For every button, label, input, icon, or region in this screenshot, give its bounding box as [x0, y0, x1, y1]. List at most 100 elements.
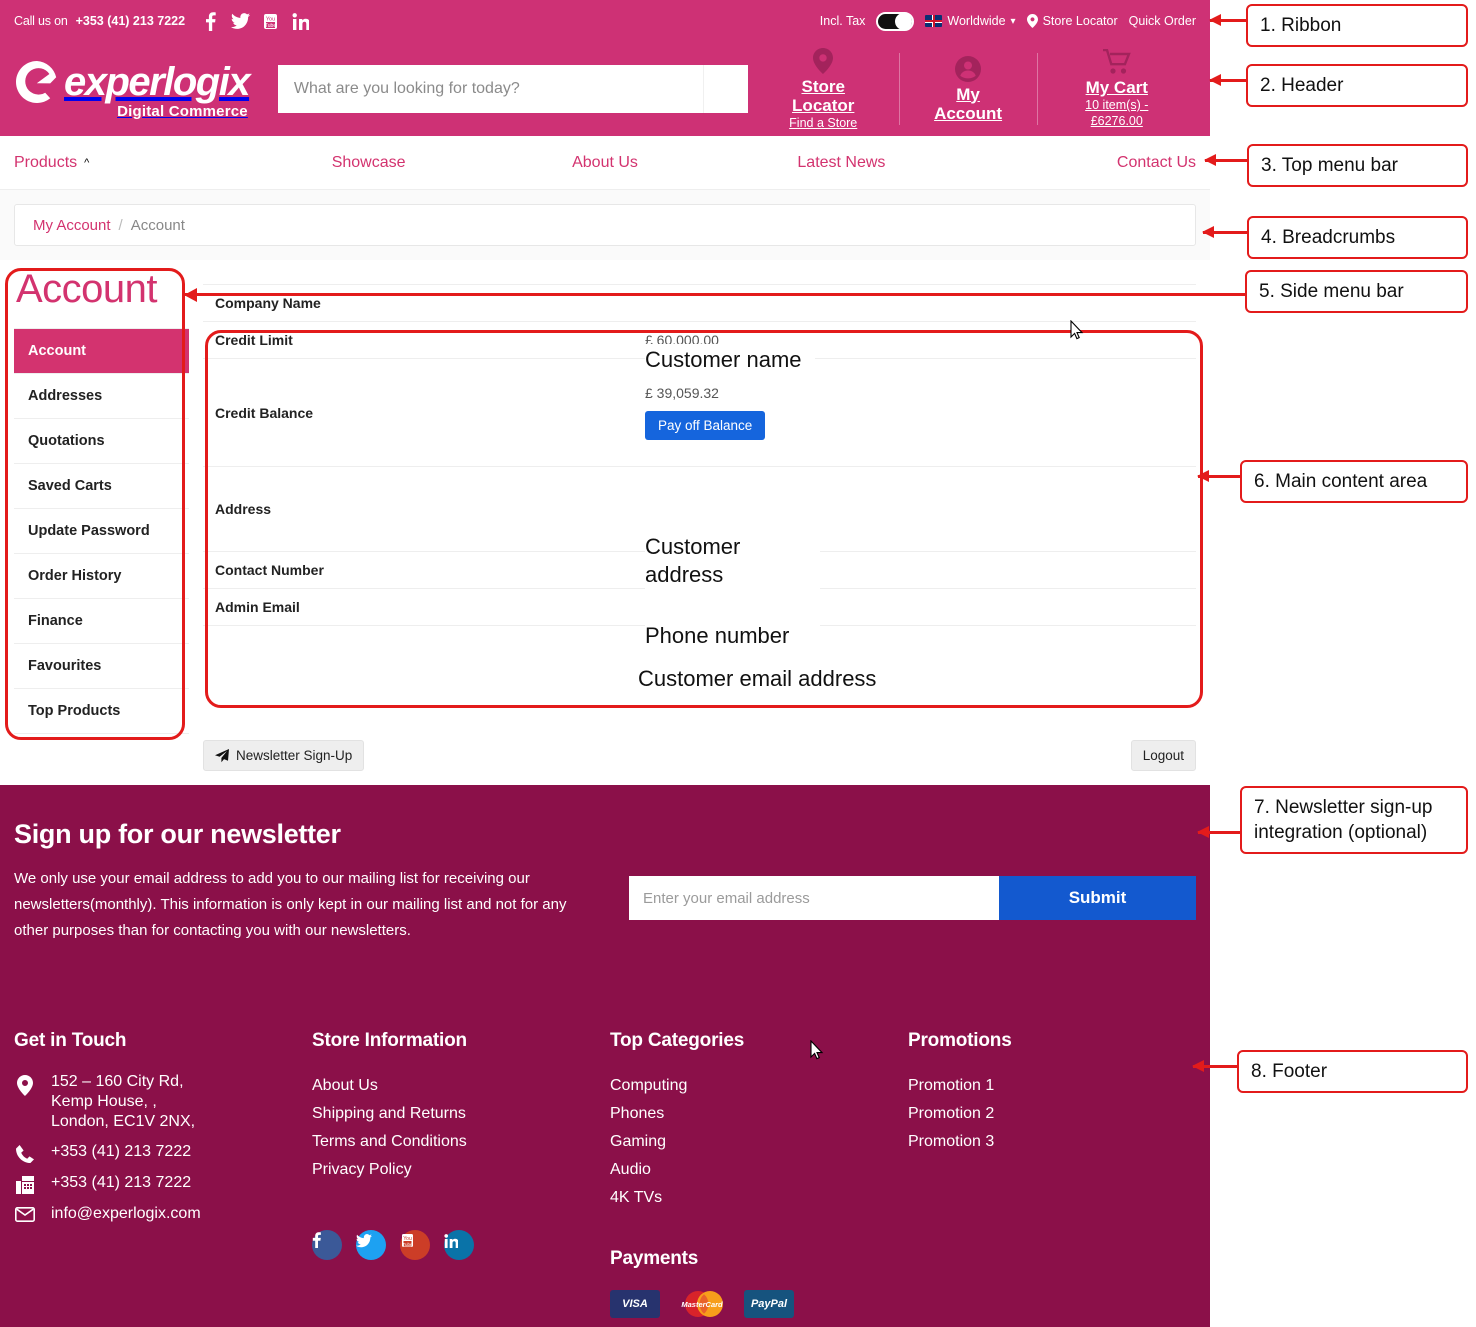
header-store-locator[interactable]: Store Locator Find a Store [748, 53, 899, 125]
header-my-account-title: My Account [924, 85, 1013, 123]
footer-fax: +353 (41) 213 7222 [51, 1173, 191, 1193]
footer-link-audio[interactable]: Audio [610, 1156, 908, 1184]
row-label-credit-limit: Credit Limit [203, 322, 633, 359]
newsletter-signup-label: Newsletter Sign-Up [236, 748, 352, 763]
footer-store-information: Store Information About Us Shipping and … [312, 1030, 610, 1318]
footer-link-terms-conditions[interactable]: Terms and Conditions [312, 1128, 610, 1156]
sidebar-item-finance[interactable]: Finance [14, 599, 189, 644]
linkedin-icon[interactable] [444, 1230, 474, 1260]
menu-item-products-wrap: Products ^ [14, 154, 250, 172]
sidebar-item-top-products[interactable]: Top Products [14, 689, 189, 734]
header-actions: Store Locator Find a Store My Account My… [748, 53, 1196, 125]
incl-tax-label: Incl. Tax [820, 14, 866, 28]
page-body: Account Account Addresses Quotations Sav… [0, 260, 1210, 734]
side-menu-bar: Account Account Addresses Quotations Sav… [14, 260, 189, 734]
top-menu-bar: Products ^ Showcase About Us Latest News… [0, 136, 1210, 190]
brand-wordmark: experlogix [64, 62, 249, 102]
sidebar-item-favourites[interactable]: Favourites [14, 644, 189, 689]
newsletter-body: We only use your email address to add yo… [14, 866, 1196, 944]
search-bar [278, 65, 748, 113]
newsletter-signup-button[interactable]: Newsletter Sign-Up [203, 740, 364, 771]
account-action-row: Newsletter Sign-Up Logout [0, 734, 1210, 785]
footer-link-4k-tvs[interactable]: 4K TVs [610, 1184, 908, 1212]
sidebar-item-saved-carts[interactable]: Saved Carts [14, 464, 189, 509]
footer-link-computing[interactable]: Computing [610, 1072, 908, 1100]
newsletter-section: Sign up for our newsletter We only use y… [0, 785, 1210, 968]
footer-email[interactable]: info@experlogix.com [51, 1204, 201, 1224]
arrow-header [1210, 79, 1246, 82]
footer-link-promotion-1[interactable]: Promotion 1 [908, 1072, 1188, 1100]
incl-tax-toggle[interactable] [876, 12, 914, 31]
sidebar-item-account[interactable]: Account [14, 329, 189, 374]
ribbon-phone[interactable]: +353 (41) 213 7222 [76, 14, 185, 28]
menu-item-contact-wrap: Contact Us [960, 154, 1196, 172]
newsletter-description: We only use your email address to add yo… [14, 866, 579, 944]
youtube-icon[interactable]: YouTube [259, 10, 281, 32]
user-circle-icon [955, 56, 981, 82]
arrow-top-menu [1205, 159, 1247, 162]
website-frame: Call us on +353 (41) 213 7222 YouTube In… [0, 0, 1210, 1327]
twitter-icon[interactable] [356, 1230, 386, 1260]
mouse-cursor [1070, 320, 1084, 341]
footer-link-privacy-policy[interactable]: Privacy Policy [312, 1156, 610, 1184]
annotation-2-header: 2. Header [1246, 64, 1468, 107]
region-selector[interactable]: Worldwide ▾ [925, 14, 1015, 28]
logout-button[interactable]: Logout [1131, 740, 1196, 771]
footer-link-promotion-2[interactable]: Promotion 2 [908, 1100, 1188, 1128]
footer-link-phones[interactable]: Phones [610, 1100, 908, 1128]
facebook-icon[interactable] [199, 10, 221, 32]
menu-item-about-us[interactable]: About Us [572, 154, 638, 172]
newsletter-email-input[interactable] [629, 876, 999, 920]
sidebar-item-update-password[interactable]: Update Password [14, 509, 189, 554]
footer-address-line: 152 – 160 City Rd, Kemp House, , London,… [14, 1072, 312, 1132]
footer-top-categories: Top Categories Computing Phones Gaming A… [610, 1030, 908, 1318]
breadcrumb-current: Account [131, 217, 185, 234]
experlogix-mark-icon [14, 59, 60, 105]
breadcrumb-root[interactable]: My Account [33, 217, 111, 234]
site-logo[interactable]: experlogix Digital Commerce [14, 59, 252, 120]
svg-text:You: You [265, 16, 274, 22]
site-header: experlogix Digital Commerce Store Locato… [0, 42, 1210, 136]
newsletter-title: Sign up for our newsletter [14, 819, 1196, 850]
header-my-account[interactable]: My Account [899, 53, 1037, 125]
twitter-icon[interactable] [229, 10, 251, 32]
screenshot-root: Call us on +353 (41) 213 7222 YouTube In… [0, 0, 1476, 1327]
visa-icon: VISA [610, 1290, 660, 1318]
arrowhead-side-menu [184, 288, 197, 302]
newsletter-submit-button[interactable]: Submit [999, 876, 1196, 920]
footer-phone[interactable]: +353 (41) 213 7222 [51, 1142, 191, 1162]
search-submit-button[interactable] [703, 65, 748, 113]
site-footer: Get in Touch 152 – 160 City Rd, Kemp Hou… [0, 968, 1210, 1327]
footer-payments-title: Payments [610, 1248, 908, 1270]
header-my-cart[interactable]: My Cart 10 item(s) - £6276.00 [1037, 53, 1196, 125]
linkedin-icon[interactable] [289, 10, 311, 32]
youtube-icon[interactable]: YouTube [400, 1230, 430, 1260]
row-label-address: Address [203, 467, 633, 552]
footer-link-promotion-3[interactable]: Promotion 3 [908, 1128, 1188, 1156]
pay-off-balance-button[interactable]: Pay off Balance [645, 411, 765, 440]
ribbon-left: Call us on +353 (41) 213 7222 YouTube [14, 10, 311, 32]
footer-link-about-us[interactable]: About Us [312, 1072, 610, 1100]
row-label-admin-email: Admin Email [203, 589, 633, 626]
arrow-ribbon [1210, 19, 1246, 22]
facebook-icon[interactable] [312, 1230, 342, 1260]
fax-icon [14, 1173, 36, 1194]
footer-link-gaming[interactable]: Gaming [610, 1128, 908, 1156]
menu-item-contact-us[interactable]: Contact Us [1117, 154, 1196, 172]
annotation-6-main-content-area: 6. Main content area [1240, 460, 1468, 503]
menu-item-latest-news[interactable]: Latest News [797, 154, 885, 172]
map-pin-icon [14, 1072, 36, 1096]
search-input[interactable] [278, 65, 703, 113]
sidebar-item-quotations[interactable]: Quotations [14, 419, 189, 464]
menu-item-showcase[interactable]: Showcase [332, 154, 406, 172]
footer-link-shipping-returns[interactable]: Shipping and Returns [312, 1100, 610, 1128]
menu-item-products[interactable]: Products [14, 154, 77, 172]
arrow-footer [1193, 1065, 1237, 1068]
sidebar-item-addresses[interactable]: Addresses [14, 374, 189, 419]
line-side-menu [185, 293, 1245, 296]
ribbon-store-locator[interactable]: Store Locator [1027, 14, 1118, 28]
quick-order-link[interactable]: Quick Order [1129, 14, 1196, 28]
arrow-main-content [1198, 475, 1240, 478]
footer-promotions-title: Promotions [908, 1030, 1188, 1052]
sidebar-item-order-history[interactable]: Order History [14, 554, 189, 599]
